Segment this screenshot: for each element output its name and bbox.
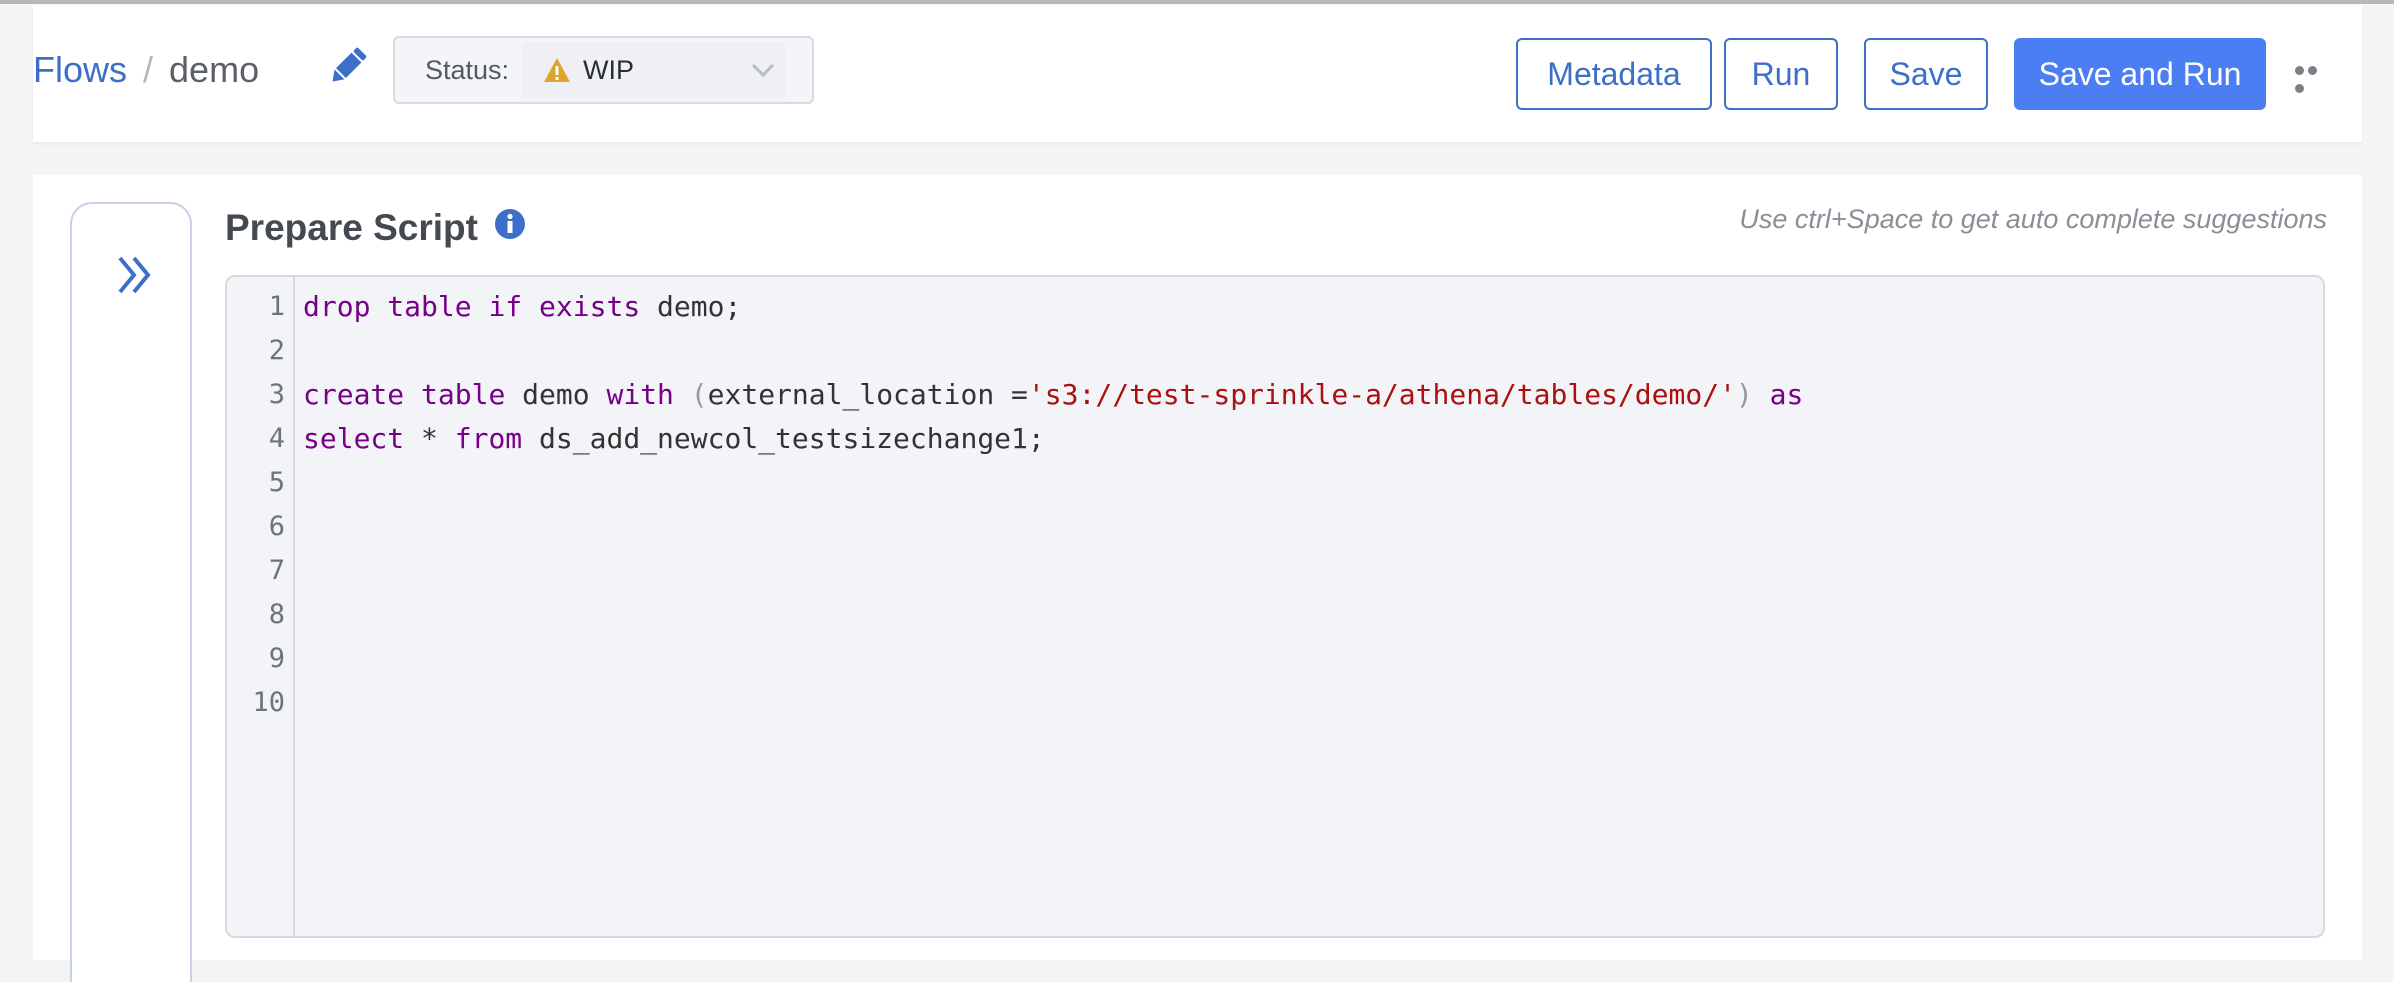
code-paren: ( (690, 378, 708, 411)
sql-editor[interactable]: 1 2 3 4 5 6 7 8 9 10 drop table if exist… (225, 275, 2325, 938)
sql-keyword: with (606, 378, 674, 411)
metadata-button[interactable]: Metadata (1516, 38, 1712, 110)
info-icon[interactable] (494, 208, 526, 240)
sql-keyword: from (454, 422, 523, 455)
code-line-4: select * from ds_add_newcol_testsizechan… (303, 417, 1045, 461)
sql-keyword: as (1769, 378, 1804, 411)
code-text: demo (505, 378, 607, 411)
code-text: external_location = (707, 378, 1028, 411)
sql-keyword: create (303, 378, 405, 411)
panel-title: Prepare Script (225, 207, 478, 248)
sql-keyword: table (421, 378, 506, 411)
window-top-border (0, 0, 2394, 4)
line-number: 9 (268, 643, 285, 674)
breadcrumb-current: demo (169, 49, 260, 90)
more-horizontal-icon[interactable] (2295, 62, 2333, 93)
code-paren: ) (1735, 378, 1753, 411)
status-value: WIP (583, 55, 634, 85)
breadcrumb-separator: / (143, 49, 154, 90)
status-dropdown[interactable]: Status: WIP (393, 36, 814, 104)
save-button[interactable]: Save (1864, 38, 1988, 110)
breadcrumb: Flows / demo (33, 42, 259, 98)
save-and-run-button[interactable]: Save and Run (2014, 38, 2266, 110)
sql-keyword: if (488, 290, 523, 323)
line-number: 10 (252, 687, 285, 718)
line-number: 7 (268, 555, 285, 586)
autocomplete-hint: Use ctrl+Space to get auto complete sugg… (1739, 204, 2327, 234)
line-number: 2 (268, 335, 285, 366)
line-number: 4 (268, 423, 285, 454)
line-number: 8 (268, 599, 285, 630)
pencil-icon[interactable] (326, 44, 370, 88)
warning-icon (543, 57, 571, 83)
line-number: 3 (268, 379, 285, 410)
sidebar-toggle[interactable] (70, 202, 192, 982)
code-line-3: create table demo with (external_locatio… (303, 373, 1803, 417)
line-number-gutter: 1 2 3 4 5 6 7 8 9 10 (227, 277, 295, 936)
breadcrumb-flows-link[interactable]: Flows (33, 49, 127, 91)
sql-keyword: select (303, 422, 405, 455)
run-button[interactable]: Run (1724, 38, 1838, 110)
sql-keyword: exists (539, 290, 641, 323)
sql-keyword: drop (303, 290, 371, 323)
code-text: ds_add_newcol_testsizechange1; (522, 422, 1045, 455)
double-chevron-right-icon (116, 252, 154, 298)
line-number: 6 (268, 511, 285, 542)
line-number: 5 (268, 467, 285, 498)
code-text: demo; (640, 290, 742, 323)
code-text: * (404, 422, 455, 455)
line-number: 1 (268, 291, 285, 322)
chevron-down-icon (750, 59, 776, 81)
sql-string: 's3://test-sprinkle-a/athena/tables/demo… (1027, 378, 1736, 411)
code-line-1: drop table if exists demo; (303, 285, 741, 329)
flow-header (33, 5, 2362, 142)
status-select[interactable]: WIP (523, 42, 785, 98)
sql-keyword: table (387, 290, 472, 323)
status-label: Status: (425, 55, 510, 85)
